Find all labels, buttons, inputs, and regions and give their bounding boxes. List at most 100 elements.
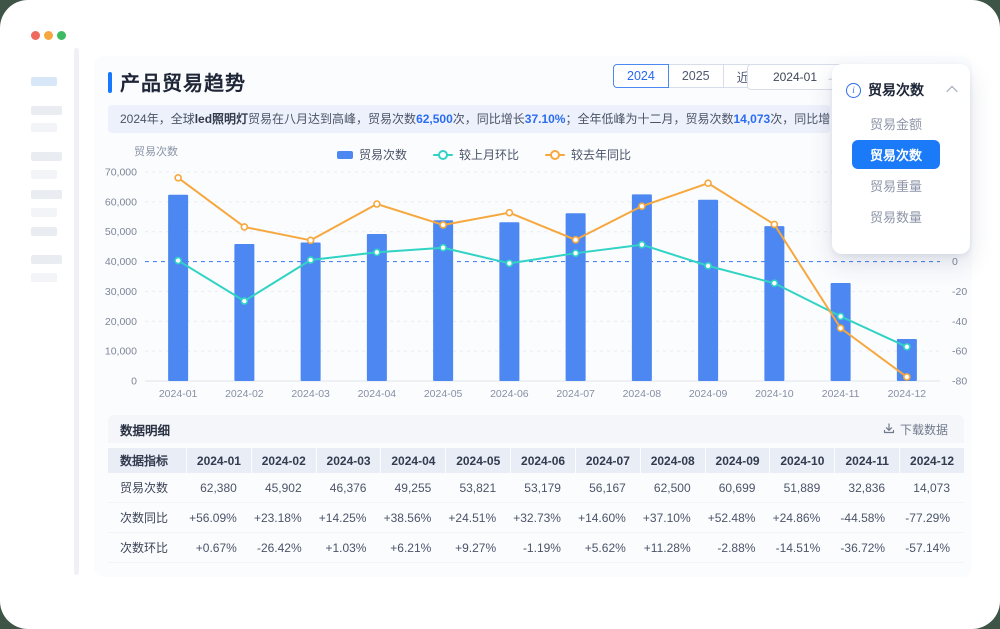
svg-text:-20: -20 — [952, 286, 967, 298]
data-point — [904, 374, 910, 380]
metric-option[interactable]: 贸易金额 — [832, 108, 970, 139]
table-header-cell: 2024-12 — [899, 448, 964, 473]
sidebar-skeleton-item — [31, 255, 62, 264]
maximize-window-icon[interactable] — [57, 31, 66, 40]
table-cell: -57.14% — [899, 533, 964, 563]
table-header-cell: 2024-08 — [640, 448, 705, 473]
table-row: 贸易次数62,38045,90246,37649,25553,82153,179… — [108, 473, 964, 503]
period-option[interactable]: 2024 — [613, 64, 669, 88]
table-cell: 32,836 — [834, 473, 899, 503]
data-point — [175, 258, 181, 264]
bar — [499, 222, 519, 381]
table-cell: +9.27% — [445, 533, 510, 563]
svg-text:2024-09: 2024-09 — [689, 388, 728, 400]
table-row-label: 次数同比 — [108, 503, 186, 533]
page-title: 产品贸易趋势 — [120, 67, 246, 96]
data-point — [838, 325, 844, 331]
table-header-cell: 数据指标 — [108, 448, 186, 473]
minimize-window-icon[interactable] — [44, 31, 53, 40]
svg-text:2024-07: 2024-07 — [556, 388, 595, 400]
summary-text-segment: 37.10% — [525, 112, 566, 126]
svg-text:20,000: 20,000 — [105, 316, 137, 328]
summary-text-segment: 贸易在八月达到高峰，贸易次数 — [248, 112, 416, 126]
info-icon: i — [846, 83, 861, 98]
metric-dropdown-header[interactable]: i 贸易次数 — [832, 64, 970, 100]
sidebar-skeleton-item — [31, 170, 57, 179]
svg-text:2024-08: 2024-08 — [623, 388, 662, 400]
data-point — [838, 313, 844, 319]
download-icon — [883, 423, 895, 435]
metric-option[interactable]: 贸易次数 — [832, 139, 970, 170]
table-cell: -26.42% — [251, 533, 316, 563]
table-cell: -77.29% — [899, 503, 964, 533]
summary-text-segment: 次，同比增长 — [453, 112, 525, 126]
table-cell: 46,376 — [316, 473, 381, 503]
data-point — [374, 249, 380, 255]
table-cell: -1.19% — [510, 533, 575, 563]
data-point — [241, 298, 247, 304]
table-cell: 60,699 — [705, 473, 770, 503]
svg-text:70,000: 70,000 — [105, 167, 137, 179]
table-header-cell: 2024-02 — [251, 448, 316, 473]
table-cell: +56.09% — [186, 503, 251, 533]
summary-text-segment: 62,500 — [416, 112, 453, 126]
close-window-icon[interactable] — [31, 31, 40, 40]
table-cell: +23.18% — [251, 503, 316, 533]
data-point — [308, 257, 314, 263]
period-option[interactable]: 2025 — [668, 64, 724, 88]
data-point — [573, 250, 579, 256]
download-data-button[interactable]: 下载数据 — [877, 420, 954, 439]
table-cell: -36.72% — [834, 533, 899, 563]
table-cell: +24.51% — [445, 503, 510, 533]
summary-text-segment: 2024年，全球 — [120, 112, 195, 126]
bar — [764, 226, 784, 381]
data-point — [374, 201, 380, 207]
data-point — [506, 260, 512, 266]
table-header-cell: 2024-06 — [510, 448, 575, 473]
table-section-title: 数据明细 — [120, 420, 170, 439]
table-cell: +14.25% — [316, 503, 381, 533]
data-point — [705, 180, 711, 186]
download-label: 下载数据 — [900, 421, 948, 438]
table-cell: 62,500 — [640, 473, 705, 503]
sidebar-skeleton-item — [31, 152, 62, 161]
svg-text:2024-03: 2024-03 — [291, 388, 330, 400]
table-cell: 53,179 — [510, 473, 575, 503]
table-row: 次数同比+56.09%+23.18%+14.25%+38.56%+24.51%+… — [108, 503, 964, 533]
data-point — [771, 221, 777, 227]
sidebar-skeleton-item — [31, 227, 57, 236]
table-cell: 49,255 — [380, 473, 445, 503]
table-cell: 14,073 — [899, 473, 964, 503]
table-cell: +14.60% — [575, 503, 640, 533]
data-point — [440, 245, 446, 251]
table-cell: +38.56% — [380, 503, 445, 533]
svg-text:2024-04: 2024-04 — [358, 388, 397, 400]
summary-text-segment: ；全年低峰为十二月，贸易次数 — [565, 112, 733, 126]
data-point — [308, 237, 314, 243]
date-range-start: 2024-01 — [773, 70, 817, 84]
svg-text:-40: -40 — [952, 316, 967, 328]
summary-banner: 2024年，全球led照明灯贸易在八月达到高峰，贸易次数62,500次，同比增长… — [108, 105, 830, 133]
table-cell: -14.51% — [769, 533, 834, 563]
table-row: 次数环比+0.67%-26.42%+1.03%+6.21%+9.27%-1.19… — [108, 533, 964, 563]
sidebar-skeleton-item — [31, 77, 57, 86]
svg-text:2024-01: 2024-01 — [159, 388, 198, 400]
sidebar-skeleton-item — [31, 123, 57, 132]
table-cell: +52.48% — [705, 503, 770, 533]
chevron-up-icon[interactable] — [946, 86, 957, 97]
metric-option[interactable]: 贸易数量 — [832, 201, 970, 232]
summary-text-segment: 14,073 — [734, 112, 771, 126]
table-header-cell: 2024-07 — [575, 448, 640, 473]
table-row-label: 贸易次数 — [108, 473, 186, 503]
title-accent-bar — [108, 72, 112, 93]
table-header-cell: 2024-03 — [316, 448, 381, 473]
svg-text:-80: -80 — [952, 376, 967, 388]
table-cell: 51,889 — [769, 473, 834, 503]
metric-option[interactable]: 贸易重量 — [832, 170, 970, 201]
data-point — [705, 263, 711, 269]
table-cell: +32.73% — [510, 503, 575, 533]
table-row-label: 次数环比 — [108, 533, 186, 563]
svg-text:-60: -60 — [952, 346, 967, 358]
bar — [698, 200, 718, 381]
data-table: 数据指标2024-012024-022024-032024-042024-052… — [108, 448, 964, 563]
